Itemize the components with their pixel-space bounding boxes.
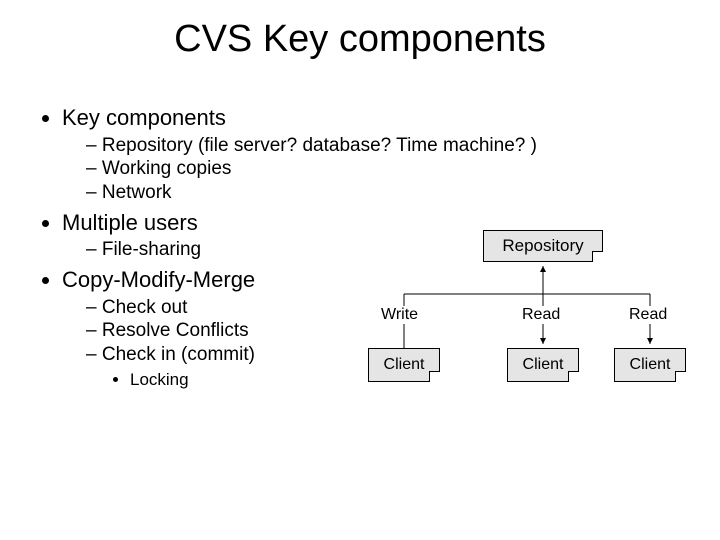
sub-sub-list: Locking [86,369,684,390]
bullet-list: Key components Repository (file server? … [36,104,684,390]
bullet-text: Multiple users [62,210,198,235]
bullet-working-copies: Working copies [86,157,684,181]
bullet-locking: Locking [130,369,684,390]
bullet-key-components: Key components Repository (file server? … [62,104,684,205]
bullet-text: Copy-Modify-Merge [62,267,255,292]
bullet-file-sharing: File-sharing [86,238,684,262]
sub-list: Repository (file server? database? Time … [62,134,684,205]
bullet-network: Network [86,181,684,205]
slide: CVS Key components Key components Reposi… [0,0,720,540]
sub-list: File-sharing [62,238,684,262]
slide-title: CVS Key components [0,18,720,61]
bullet-check-out: Check out [86,296,684,320]
sub-list: Check out Resolve Conflicts Check in (co… [62,296,684,391]
bullet-text: Key components [62,105,226,130]
bullet-resolve-conflicts: Resolve Conflicts [86,319,684,343]
bullet-check-in: Check in (commit) Locking [86,343,684,390]
bullet-text: Check in (commit) [102,344,255,365]
bullet-repository: Repository (file server? database? Time … [86,134,684,158]
slide-body: Key components Repository (file server? … [36,104,684,394]
bullet-copy-modify-merge: Copy-Modify-Merge Check out Resolve Conf… [62,266,684,390]
bullet-multiple-users: Multiple users File-sharing [62,209,684,262]
